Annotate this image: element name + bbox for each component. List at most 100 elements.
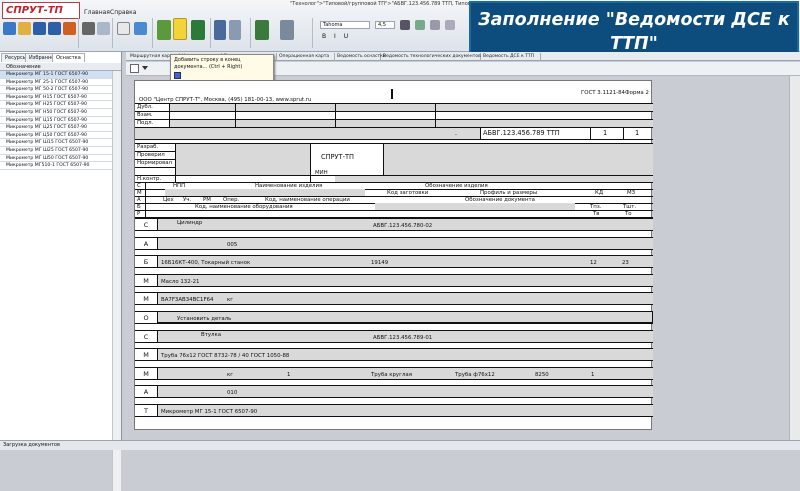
list-item[interactable]: Микрометр МГ Н15 ГОСТ 6507-90 (0, 94, 112, 102)
tab-help[interactable]: Справка (110, 9, 136, 16)
row-cell[interactable]: 8250 (535, 372, 549, 378)
row-line (135, 230, 653, 231)
columns-icon[interactable] (280, 20, 294, 40)
row-line (157, 236, 158, 249)
row-highlight (157, 311, 653, 323)
fill-color-icon[interactable] (415, 20, 425, 30)
row-cell[interactable]: 010 (227, 390, 237, 396)
row-letter: Б (143, 258, 149, 267)
row-cell[interactable]: 16Б16КТ-400, Токарный станок (161, 260, 250, 266)
row-line (135, 285, 653, 287)
tab-document[interactable]: Операционная карта (277, 53, 335, 61)
open-icon[interactable] (18, 22, 31, 35)
row-cell[interactable]: 1 (591, 372, 594, 378)
header-cell: Код, наименование оборудования (195, 204, 293, 210)
left-scrollbar[interactable] (112, 71, 121, 491)
row-cell[interactable]: Цилиндр (177, 220, 202, 226)
border-icon[interactable] (430, 20, 440, 30)
list-item[interactable]: Микрометр МГ Ц25 ГОСТ 6507-90 (0, 124, 112, 132)
row-letter: М (143, 276, 149, 285)
tab-document[interactable]: Ведомость оснастки (335, 53, 386, 61)
row-cell[interactable]: 23 (622, 260, 629, 266)
row-cell[interactable]: Труба 76х12 ГОСТ 8732-78 / 40 ГОСТ 1050-… (161, 353, 289, 359)
table-icon[interactable] (255, 20, 269, 40)
row-cell[interactable]: АБВГ.123.456.780-02 (373, 223, 432, 229)
row-cell[interactable]: кг (227, 297, 233, 303)
text-color-icon[interactable] (400, 20, 410, 30)
tab-tooling[interactable]: Оснастка (52, 53, 85, 62)
row-letter: М (143, 295, 149, 304)
list-item[interactable]: Микрометр МГ Ц15 ГОСТ 6507-90 (0, 117, 112, 125)
list-item[interactable]: Микрометр МГ Н25 ГОСТ 6507-90 (0, 101, 112, 109)
clear-format-icon[interactable] (445, 20, 455, 30)
list-item[interactable]: Микрометр МГ Ш25 ГОСТ 6507-90 (0, 147, 112, 155)
add-row-end-icon (174, 72, 181, 79)
row-cell[interactable]: 19149 (371, 260, 388, 266)
comment-icon[interactable] (117, 22, 130, 35)
row-cell[interactable]: ВА7F3АВ34ВС1F64 (161, 297, 213, 303)
header-line (145, 182, 146, 217)
row-cell[interactable]: Втулка (201, 332, 221, 338)
font-select[interactable]: Tahoma (320, 21, 370, 29)
label-razrab: Разраб. (137, 144, 159, 150)
row-letter: М (143, 369, 149, 378)
row-line (157, 218, 158, 230)
header-shade (375, 203, 575, 210)
tooltip-body: документа... (Ctrl + Right) (174, 64, 243, 70)
row-line (135, 416, 653, 417)
app-logo: СПРУТ-ТП (2, 2, 80, 19)
chevron-down-icon[interactable] (142, 66, 148, 70)
header-cell: Тв (593, 211, 600, 217)
header-cell: Обозначение изделия (425, 183, 488, 189)
print-icon[interactable] (82, 22, 95, 35)
row-line (157, 255, 158, 268)
import-icon[interactable] (63, 22, 76, 35)
row-cell[interactable]: 005 (227, 242, 237, 248)
save-as-icon[interactable] (48, 22, 61, 35)
add-row-end-icon[interactable] (173, 18, 187, 40)
row-line (135, 378, 653, 380)
row-line (135, 404, 653, 405)
row-line (135, 248, 653, 250)
row-line (157, 273, 158, 286)
list-item[interactable]: Микрометр МГ 25-1 ГОСТ 6507-90 (0, 79, 112, 87)
delete-row-icon[interactable] (191, 20, 205, 40)
row-cell[interactable]: Труба ф76х12 (455, 372, 495, 378)
format-buttons[interactable]: B I U (322, 33, 392, 41)
list-item[interactable]: Микрометр МГ510-1 ГОСТ 6507-90 (0, 162, 112, 170)
add-row-above-icon[interactable] (157, 20, 171, 40)
header-cell: То (625, 211, 632, 217)
list-item[interactable]: Микрометр МГ Ш15 ГОСТ 6507-90 (0, 139, 112, 147)
document-scrollbar[interactable] (789, 76, 800, 440)
row-cell[interactable]: Масло 132-21 (161, 279, 199, 285)
row-line (135, 218, 653, 219)
new-icon[interactable] (3, 22, 16, 35)
save-icon[interactable] (33, 22, 46, 35)
row-cell[interactable]: кг (227, 372, 233, 378)
list-item[interactable]: Микрометр МГ Ш50 ГОСТ 6507-90 (0, 155, 112, 163)
tab-document[interactable]: Ведомость ДСЕ к ТТП (481, 53, 541, 61)
tab-home[interactable]: Главная (84, 9, 110, 16)
header-cell: Код, наименование операции (265, 197, 350, 203)
label-vzam: Взам. (137, 112, 153, 118)
font-size-select[interactable]: 4,5 (375, 21, 395, 29)
list-item[interactable]: Микрометр МГ 50-2 ГОСТ 6507-90 (0, 86, 112, 94)
preview-icon[interactable] (97, 22, 110, 35)
label-dubl: Дубл. (137, 104, 153, 110)
row-cell[interactable]: 12 (590, 260, 597, 266)
view-icon[interactable] (130, 64, 139, 73)
row-cell[interactable]: 1 (287, 372, 290, 378)
tab-document[interactable]: Ведомость технологических документов (381, 53, 481, 61)
row-cell[interactable]: Труба круглая (371, 372, 412, 378)
indent-icon[interactable] (229, 20, 241, 40)
header-cell: Уч. (183, 197, 192, 203)
list-item[interactable]: Микрометр МГ Ц50 ГОСТ 6507-90 (0, 132, 112, 140)
row-cell[interactable]: АБВГ.123.456.789-01 (373, 335, 432, 341)
organization: СПРУТ-ТП (321, 153, 354, 161)
align-icon[interactable] (214, 20, 226, 40)
list-item[interactable]: Микрометр МГ Н50 ГОСТ 6507-90 (0, 109, 112, 117)
undo-icon[interactable] (134, 22, 147, 35)
row-cell[interactable]: Микрометр МГ 15-1 ГОСТ 6507-90 (161, 409, 257, 415)
row-line (135, 236, 653, 238)
list-item[interactable]: Микрометр МГ 15-1 ГОСТ 6507-90 (0, 71, 112, 79)
